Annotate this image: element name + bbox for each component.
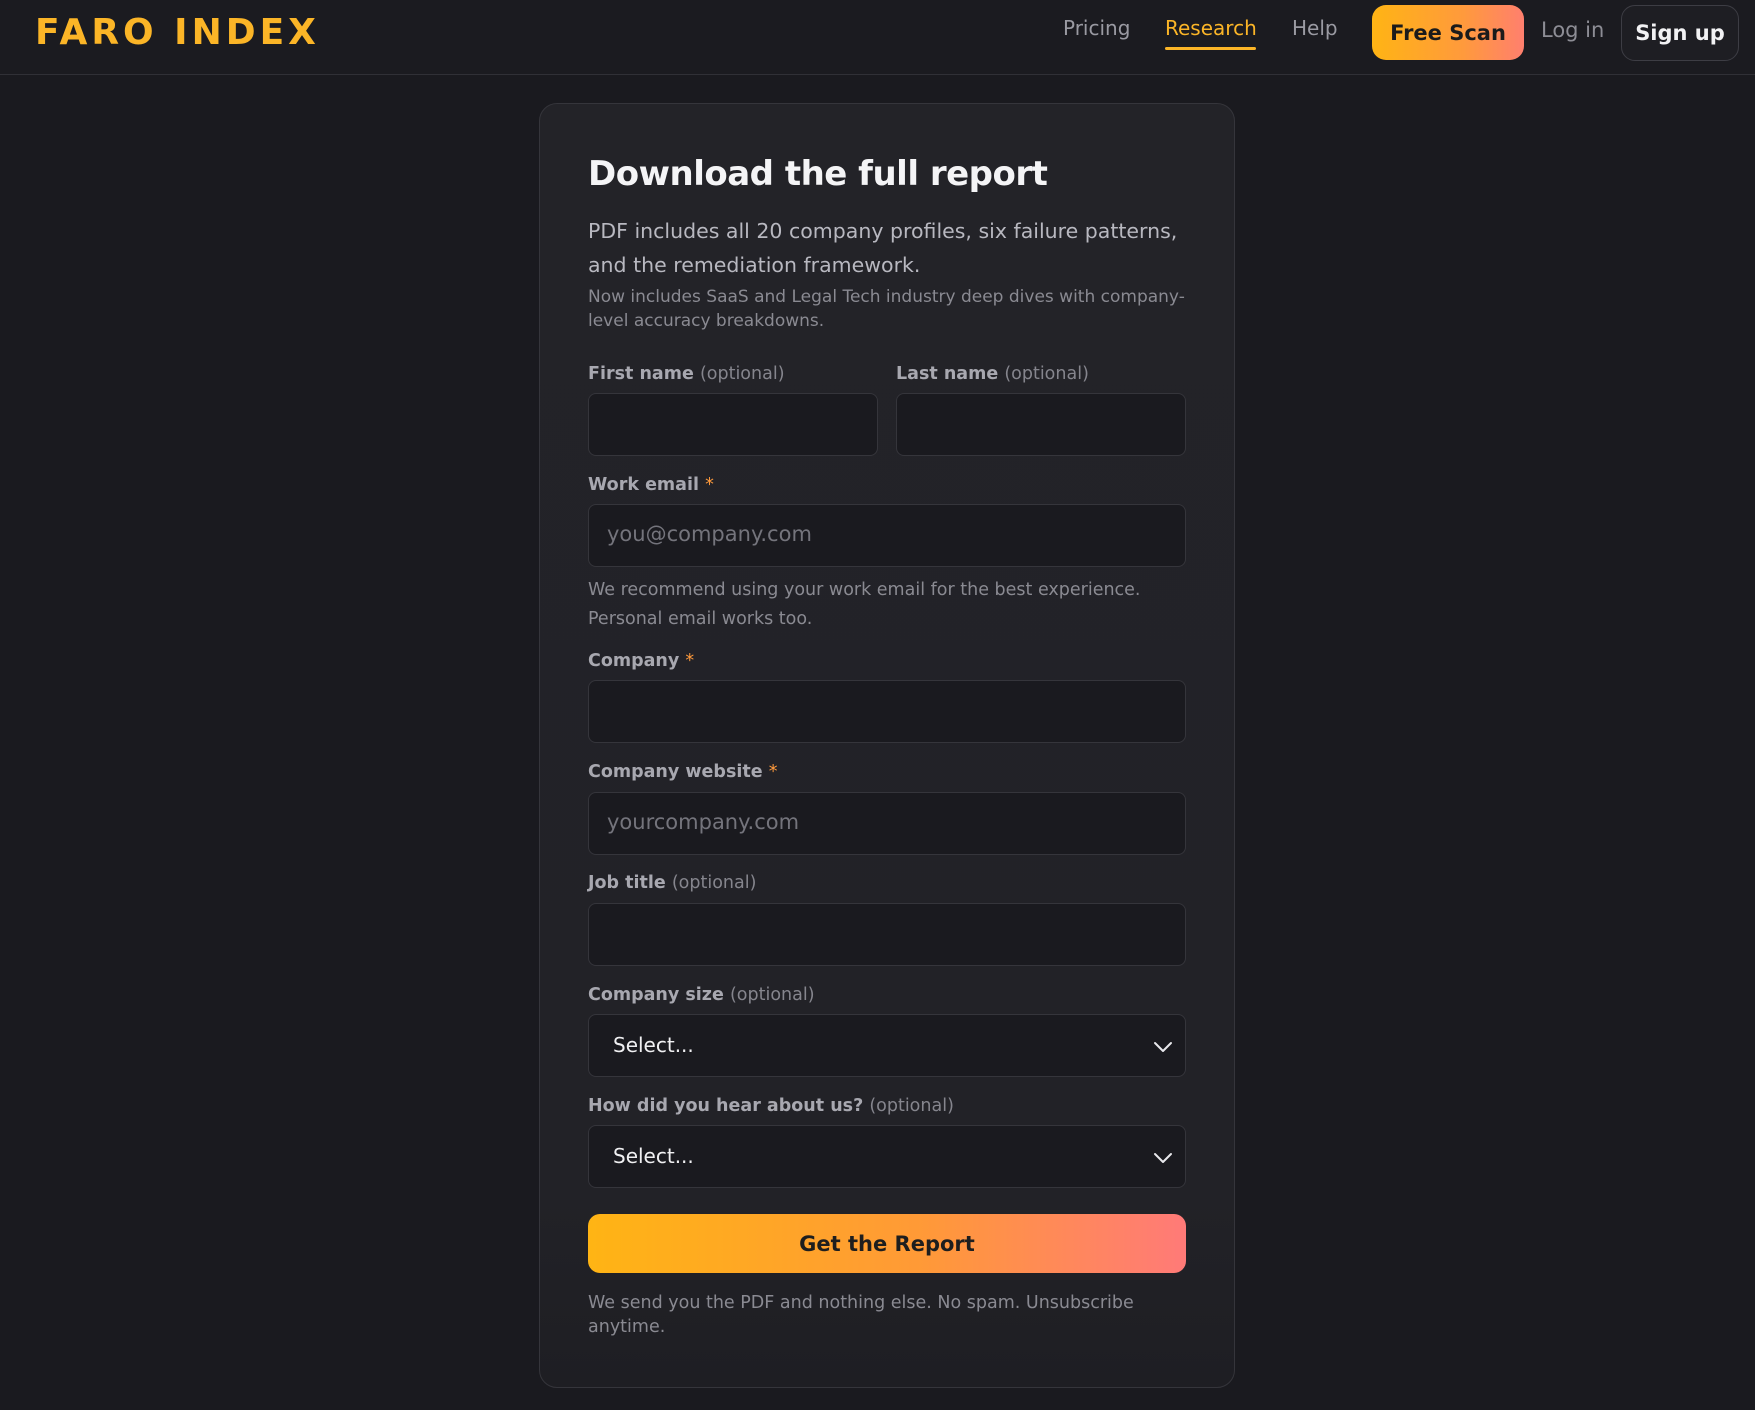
top-navigation-bar: FARO INDEX Pricing Research Help Free Sc… xyxy=(0,0,1755,75)
company-size-label: Company size (optional) xyxy=(588,985,815,1005)
company-website-input[interactable]: yourcompany.com xyxy=(588,792,1186,855)
first-name-label: First name (optional) xyxy=(588,364,785,384)
company-website-placeholder: yourcompany.com xyxy=(607,810,800,834)
nav-link-pricing[interactable]: Pricing xyxy=(1063,16,1130,40)
company-size-select[interactable]: Select... xyxy=(588,1014,1186,1077)
work-email-required-mark: * xyxy=(705,475,714,495)
job-title-optional: (optional) xyxy=(671,873,757,893)
work-email-label-text: Work email xyxy=(588,475,699,495)
referral-select[interactable]: Select... xyxy=(588,1125,1186,1188)
company-size-label-text: Company size xyxy=(588,985,724,1005)
last-name-optional: (optional) xyxy=(1004,364,1089,384)
company-required-mark: * xyxy=(685,651,695,671)
nav-link-research[interactable]: Research xyxy=(1165,16,1257,40)
login-link[interactable]: Log in xyxy=(1541,18,1604,42)
company-website-label: Company website * xyxy=(588,762,777,782)
job-title-input[interactable] xyxy=(588,903,1186,966)
active-nav-underline xyxy=(1165,47,1256,50)
form-description: PDF includes all 20 company profiles, si… xyxy=(588,219,1178,277)
work-email-label: Work email * xyxy=(588,475,714,495)
download-report-card: Download the full report PDF includes al… xyxy=(539,103,1235,1388)
chevron-down-icon xyxy=(1154,1153,1172,1163)
first-name-optional: (optional) xyxy=(699,364,785,384)
company-size-optional: (optional) xyxy=(729,985,815,1005)
referral-selected-value: Select... xyxy=(613,1144,694,1168)
work-email-placeholder: you@company.com xyxy=(607,522,812,546)
referral-label-text: How did you hear about us? xyxy=(588,1096,864,1116)
get-report-button[interactable]: Get the Report xyxy=(588,1214,1186,1273)
referral-optional: (optional) xyxy=(869,1096,954,1116)
free-scan-button[interactable]: Free Scan xyxy=(1372,5,1524,60)
last-name-label-text: Last name xyxy=(896,364,999,384)
first-name-label-text: First name xyxy=(588,364,694,384)
company-size-selected-value: Select... xyxy=(613,1033,694,1057)
company-website-label-text: Company website xyxy=(588,762,763,782)
last-name-input[interactable] xyxy=(896,393,1186,456)
company-label: Company * xyxy=(588,651,694,671)
form-title: Download the full report xyxy=(588,154,1048,194)
company-website-required-mark: * xyxy=(768,762,778,782)
last-name-label: Last name (optional) xyxy=(896,364,1089,384)
first-name-input[interactable] xyxy=(588,393,878,456)
form-update-note: Now includes SaaS and Legal Tech industr… xyxy=(588,287,1185,331)
work-email-helper-text: We recommend using your work email for t… xyxy=(588,580,1141,629)
company-input[interactable] xyxy=(588,680,1186,743)
nav-link-help[interactable]: Help xyxy=(1292,16,1338,40)
privacy-footnote: We send you the PDF and nothing else. No… xyxy=(588,1293,1134,1337)
job-title-label: Job title (optional) xyxy=(588,873,756,893)
chevron-down-icon xyxy=(1154,1042,1172,1052)
company-label-text: Company xyxy=(588,651,680,671)
referral-label: How did you hear about us? (optional) xyxy=(588,1096,954,1116)
logo[interactable]: FARO INDEX xyxy=(35,12,320,53)
job-title-label-text: Job title xyxy=(588,873,666,893)
signup-button[interactable]: Sign up xyxy=(1621,5,1739,61)
work-email-input[interactable]: you@company.com xyxy=(588,504,1186,567)
